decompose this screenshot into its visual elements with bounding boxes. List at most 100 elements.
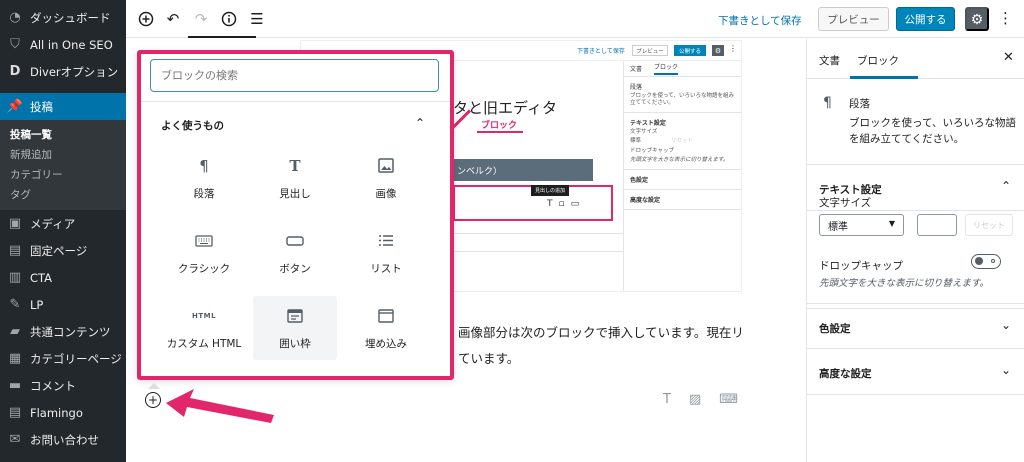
block-classic[interactable]: クラシック xyxy=(162,221,246,285)
reset-button[interactable]: リセット xyxy=(965,214,1013,236)
add-block-icon[interactable] xyxy=(137,10,155,28)
font-size-number-input[interactable] xyxy=(917,214,957,236)
menu-media[interactable]: ▣ メディア xyxy=(0,210,126,237)
keyboard-icon: ▭ xyxy=(570,199,586,209)
menu-label: All in One SEO xyxy=(30,37,113,52)
info-icon[interactable] xyxy=(220,10,238,28)
panel-color-settings[interactable]: 色設定 ⌄ xyxy=(807,303,1024,349)
menu-all-in-one-seo[interactable]: ⛉ All in One SEO xyxy=(0,31,126,58)
block-label: カスタム HTML xyxy=(166,337,242,350)
chevron-up-icon: ⌃ xyxy=(1001,179,1012,193)
mini-settings-sidebar: 文書 ブロック 段落 ブロックを使って、いろいろな物語を組み立ててください。 テ… xyxy=(623,61,741,291)
block-label: ボタン xyxy=(279,262,311,275)
menu-pages[interactable]: ▤ 固定ページ xyxy=(0,237,126,264)
image-icon: ▫ xyxy=(558,199,571,209)
cta-icon: ▥ xyxy=(8,270,22,285)
block-button[interactable]: ボタン xyxy=(253,221,337,285)
block-embed[interactable]: 埋め込み xyxy=(344,296,428,360)
publish-button[interactable]: 公開する xyxy=(896,7,955,31)
submenu-categories[interactable]: カテゴリー xyxy=(0,164,126,184)
html-icon: HTML xyxy=(191,311,217,320)
block-label: クラシック xyxy=(177,262,231,275)
drop-cap-label: ドロップキャップ xyxy=(819,260,903,272)
font-size-select[interactable]: 標準 ▼ xyxy=(819,214,904,236)
embed-icon xyxy=(378,306,394,326)
keyboard-icon[interactable]: ⌨ xyxy=(719,392,738,407)
menu-lp[interactable]: ✎ LP xyxy=(0,291,126,318)
menu-flamingo[interactable]: ▤ Flamingo xyxy=(0,399,126,426)
block-custom-html[interactable]: HTML カスタム HTML xyxy=(162,296,246,360)
mini-text-settings: テキスト設定 文字サイズ 標準 リセット ドロップキャップ 先頭文字を大きな表示に… xyxy=(624,113,741,170)
block-heading[interactable]: T 見出し xyxy=(253,146,337,210)
menu-common-content[interactable]: ▰ 共通コンテンツ xyxy=(0,318,126,345)
block-search-input[interactable] xyxy=(150,59,439,92)
panel-title: 高度な設定 xyxy=(819,368,872,380)
outline-icon[interactable]: ☰ xyxy=(248,10,266,28)
menu-posts[interactable]: 📌 投稿 xyxy=(0,93,126,120)
mini-text-settings-title: テキスト設定 xyxy=(630,120,666,128)
grid-icon: ▦ xyxy=(8,351,22,366)
mini-tab-block: ブロック xyxy=(654,62,679,75)
heading-icon[interactable]: T xyxy=(663,392,671,407)
tab-block[interactable]: ブロック xyxy=(857,53,899,68)
drop-cap-toggle[interactable] xyxy=(971,254,1001,269)
more-options-icon[interactable]: ⋮ xyxy=(998,9,1013,27)
menu-label: カテゴリーページ xyxy=(30,351,122,366)
mini-title: タと旧エディタ xyxy=(453,99,557,117)
block-paragraph[interactable]: ¶ 段落 xyxy=(162,146,246,210)
pointer-arrow-annotation xyxy=(166,389,274,423)
mini-drop-cap: ドロップキャップ xyxy=(630,147,675,154)
mini-paragraph-desc: ブロックを使って、いろいろな物語を組み立ててください。 xyxy=(630,93,734,107)
redo-icon[interactable]: ↷ xyxy=(192,10,210,28)
popover-caret xyxy=(148,383,160,389)
submenu-add-new[interactable]: 新規追加 xyxy=(0,144,126,164)
post-paragraph[interactable]: 画像部分は次のブロックで挿入しています。現在リ ています。 xyxy=(458,320,798,372)
block-card: ¶ 段落 ブロックを使って、いろいろな物語を組み立ててください。 xyxy=(807,79,1024,165)
menu-comments[interactable]: ▬ コメント xyxy=(0,372,126,399)
posts-submenu: 投稿一覧 新規追加 カテゴリー タグ xyxy=(0,120,126,210)
mini-more-icon: ⋮ xyxy=(729,44,737,53)
dashboard-icon: ◔ xyxy=(9,10,21,25)
close-icon[interactable]: ✕ xyxy=(1003,50,1014,65)
add-block-button[interactable]: + xyxy=(145,392,161,408)
settings-button[interactable]: ⚙ xyxy=(965,7,989,31)
save-draft-link[interactable]: 下書きとして保存 xyxy=(718,13,802,28)
submenu-all-posts[interactable]: 投稿一覧 xyxy=(0,124,126,144)
menu-diver-options[interactable]: D Diverオプション xyxy=(0,58,126,85)
font-size-label: 文字サイズ xyxy=(819,197,872,209)
menu-label: 固定ページ xyxy=(30,243,88,258)
chevron-up-icon[interactable]: ⌃ xyxy=(415,116,425,130)
image-icon[interactable]: ▨ xyxy=(689,392,701,407)
mini-font-size: 文字サイズ xyxy=(630,129,658,136)
chevron-down-icon: ▼ xyxy=(888,219,895,228)
menu-contact[interactable]: ✉ お問い合わせ xyxy=(0,426,126,453)
settings-tabs: 文書 ブロック ✕ xyxy=(807,39,1024,79)
menu-category-page[interactable]: ▦ カテゴリーページ xyxy=(0,345,126,372)
menu-dashboard[interactable]: ◔ ダッシュボード xyxy=(0,4,126,31)
block-list[interactable]: リスト xyxy=(344,221,428,285)
menu-label: メディア xyxy=(30,216,76,231)
menu-label: CTA xyxy=(30,270,53,285)
block-image[interactable]: 画像 xyxy=(344,146,428,210)
undo-icon[interactable]: ↶ xyxy=(164,10,182,28)
mini-advanced: 高度な設定 xyxy=(624,190,741,210)
pin-icon: 📌 xyxy=(6,99,24,114)
tab-document[interactable]: 文書 xyxy=(819,53,840,68)
block-card-title: 段落 xyxy=(849,98,870,110)
chevron-down-icon: ⌄ xyxy=(1001,363,1012,377)
frame-icon xyxy=(287,306,303,326)
paragraph-icon: ¶ xyxy=(823,95,832,111)
mini-divider xyxy=(453,251,623,252)
mini-tab-doc: 文書 xyxy=(630,66,643,73)
folder-icon: ▰ xyxy=(10,324,20,339)
mini-tooltip: 見出しの追加 xyxy=(531,185,570,196)
menu-cta[interactable]: ▥ CTA xyxy=(0,264,126,291)
panel-advanced-settings[interactable]: 高度な設定 ⌄ xyxy=(807,349,1024,395)
submenu-tags[interactable]: タグ xyxy=(0,184,126,204)
page-icon: ▤ xyxy=(8,243,22,258)
block-label: リスト xyxy=(370,262,402,275)
block-frame[interactable]: 囲い枠 xyxy=(253,296,337,360)
preview-button[interactable]: プレビュー xyxy=(818,7,889,31)
mini-divider xyxy=(453,233,623,234)
settings-sidebar: 文書 ブロック ✕ ¶ 段落 ブロックを使って、いろいろな物語を組み立ててくださ… xyxy=(806,39,1024,462)
